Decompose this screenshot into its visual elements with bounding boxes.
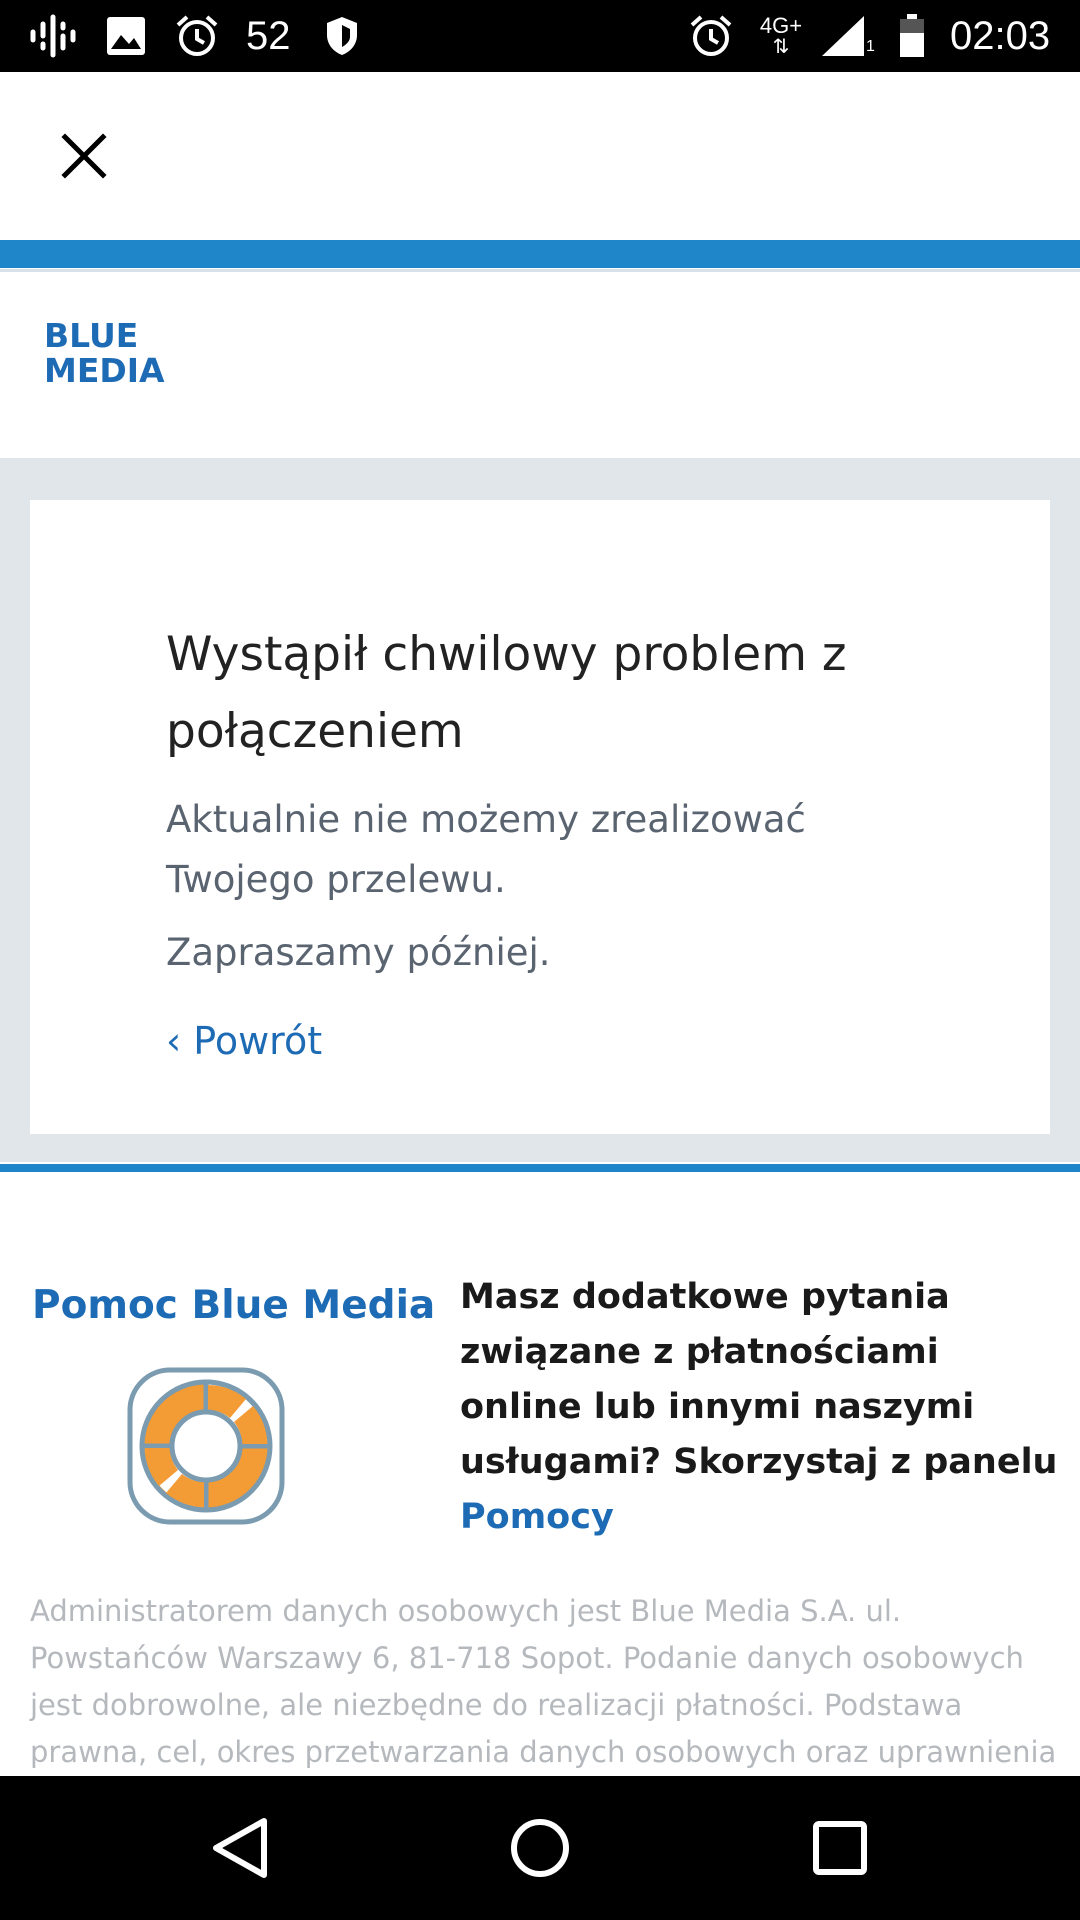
help-text: Masz dodatkowe pytania związane z płatno… [460,1270,1060,1545]
close-icon [61,133,107,179]
recents-icon [813,1821,867,1875]
alarm-icon [688,0,734,72]
notification-count: 52 [246,13,291,58]
help-panel-link[interactable]: Pomocy [460,1497,614,1537]
close-button[interactable] [52,124,116,188]
status-bar: 52 4G+ ⇅ 1 02:03 [0,0,1080,72]
battery-icon [898,0,926,72]
top-bar [0,72,1080,240]
alarm-icon [174,0,220,72]
clock: 02:03 [950,13,1051,58]
back-link[interactable]: ‹ Powrót [166,1016,322,1066]
navigation-bar [0,1776,1080,1920]
nav-back-button[interactable] [168,1776,312,1920]
sim-slot: 1 [866,38,875,55]
logo-line-1: BLUE [44,316,139,355]
network-label: 4G+ [759,13,803,38]
error-message: Aktualnie nie możemy zrealizować Twojego… [166,798,806,901]
legal-notice: Administratorem danych osobowych jest Bl… [30,1594,1057,1769]
podcast-icon [28,0,78,72]
nav-home-button[interactable] [468,1776,612,1920]
header: BLUE MEDIA [0,272,1080,458]
home-icon [511,1819,569,1877]
error-card: Wystąpił chwilowy problem z połączeniem … [30,500,1050,1134]
logo-line-2: MEDIA [44,351,165,390]
gallery-icon [106,0,146,72]
error-panel: Wystąpił chwilowy problem z połączeniem … [0,458,1080,1162]
accent-stripe [0,240,1080,268]
accent-stripe-bottom [0,1164,1080,1172]
network-4g-icon: 4G+ ⇅ [759,13,803,58]
error-invite: Zapraszamy później. [166,931,551,974]
error-title: Wystąpił chwilowy problem z połączeniem [166,627,847,759]
nav-recents-button[interactable] [768,1776,912,1920]
lifebuoy-icon [126,1366,286,1526]
back-icon [213,1818,267,1878]
help-text-body: Masz dodatkowe pytania związane z płatno… [460,1277,1058,1482]
shield-icon [324,0,360,72]
blue-media-logo: BLUE MEDIA [44,318,165,388]
help-title[interactable]: Pomoc Blue Media [32,1280,435,1332]
